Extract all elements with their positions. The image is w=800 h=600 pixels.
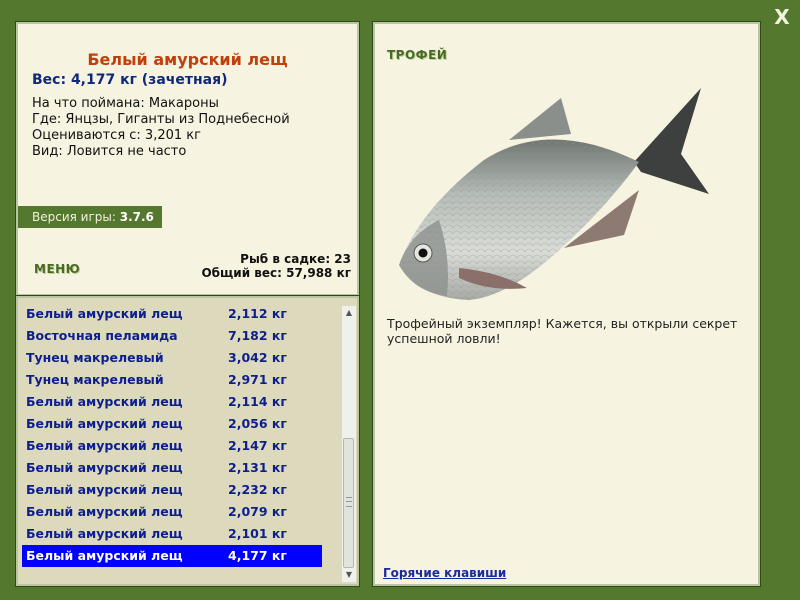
scroll-up-icon[interactable]: ▲ [342,306,356,320]
catch-fish-weight: 2,114 кг [228,394,287,409]
trophy-text: Трофейный экземпляр! Кажется, вы открыли… [387,316,738,346]
catch-fish-weight: 2,112 кг [228,306,287,321]
catch-row[interactable]: Белый амурский лещ 2,056 кг [22,413,322,435]
version-value: 3.7.6 [119,210,154,224]
fish-valued: Оцениваются с: 3,201 кг [32,128,201,143]
catch-row[interactable]: Восточная пеламида 7,182 кг [22,325,322,347]
catch-fish-weight: 2,971 кг [228,372,287,387]
catch-fish-name: Белый амурский лещ [26,482,183,497]
catch-row[interactable]: Белый амурский лещ 2,112 кг [22,303,322,325]
catch-list: Белый амурский лещ 2,112 кг Восточная пела… [22,303,322,567]
catch-fish-name: Восточная пеламида [26,328,178,343]
catch-fish-weight: 7,182 кг [228,328,287,343]
catch-fish-weight: 2,079 кг [228,504,287,519]
catch-row[interactable]: Белый амурский лещ 4,177 кг [22,545,322,567]
fish-name: Белый амурский лещ [87,50,288,69]
catch-row[interactable]: Белый амурский лещ 2,101 кг [22,523,322,545]
catch-fish-weight: 2,131 кг [228,460,287,475]
catch-row[interactable]: Тунец макрелевый 3,042 кг [22,347,322,369]
fish-weight: Вес: 4,177 кг (зачетная) [32,72,228,88]
hotkeys-link[interactable]: Горячие клавиши [383,566,506,580]
catch-list-panel: Белый амурский лещ 2,112 кг Восточная пела… [15,295,360,587]
catch-fish-name: Белый амурский лещ [26,548,183,563]
catch-fish-name: Белый амурский лещ [26,504,183,519]
catch-fish-name: Тунец макрелевый [26,372,164,387]
catch-row[interactable]: Белый амурский лещ 2,147 кг [22,435,322,457]
scroll-thumb[interactable] [343,438,354,568]
total-weight: Общий вес: 57,988 кг [201,266,351,280]
catch-list-scrollbar[interactable]: ▲ ▼ [342,306,356,582]
menu-button[interactable]: МЕНЮ [34,262,80,276]
catch-fish-name: Белый амурский лещ [26,460,183,475]
close-button[interactable]: X [770,6,794,28]
catch-fish-name: Белый амурский лещ [26,526,183,541]
catch-fish-name: Белый амурский лещ [26,416,183,431]
catch-row[interactable]: Белый амурский лещ 2,114 кг [22,391,322,413]
catch-fish-weight: 2,101 кг [228,526,287,541]
catch-fish-name: Белый амурский лещ [26,394,183,409]
scroll-down-icon[interactable]: ▼ [342,568,356,582]
catch-row[interactable]: Белый амурский лещ 2,131 кг [22,457,322,479]
trophy-panel: ТРОФЕЙ Трофейный экземпляр! Кажется, вы … [372,21,761,587]
bream-fish-image [399,88,709,300]
catch-fish-name: Белый амурский лещ [26,306,183,321]
fish-info-panel: Белый амурский лещ Вес: 4,177 кг (зачетн… [15,21,360,297]
catch-fish-weight: 4,177 кг [228,548,287,563]
catch-row[interactable]: Белый амурский лещ 2,079 кг [22,501,322,523]
catch-fish-weight: 2,056 кг [228,416,287,431]
fish-kind: Вид: Ловится не часто [32,144,187,159]
catch-row[interactable]: Белый амурский лещ 2,232 кг [22,479,322,501]
fish-count: Рыб в садке: 23 [240,252,351,266]
version-bar: Версия игры: 3.7.6 [18,206,162,228]
fish-bait: На что поймана: Макароны [32,96,219,111]
catch-fish-name: Тунец макрелевый [26,350,164,365]
catch-fish-name: Белый амурский лещ [26,438,183,453]
catch-stats: Рыб в садке: 23 Общий вес: 57,988 кг [201,252,351,280]
fish-place: Где: Янцзы, Гиганты из Поднебесной [32,112,290,127]
version-label: Версия игры: [32,210,116,224]
catch-row[interactable]: Тунец макрелевый 2,971 кг [22,369,322,391]
catch-fish-weight: 2,147 кг [228,438,287,453]
catch-fish-weight: 2,232 кг [228,482,287,497]
catch-fish-weight: 3,042 кг [228,350,287,365]
